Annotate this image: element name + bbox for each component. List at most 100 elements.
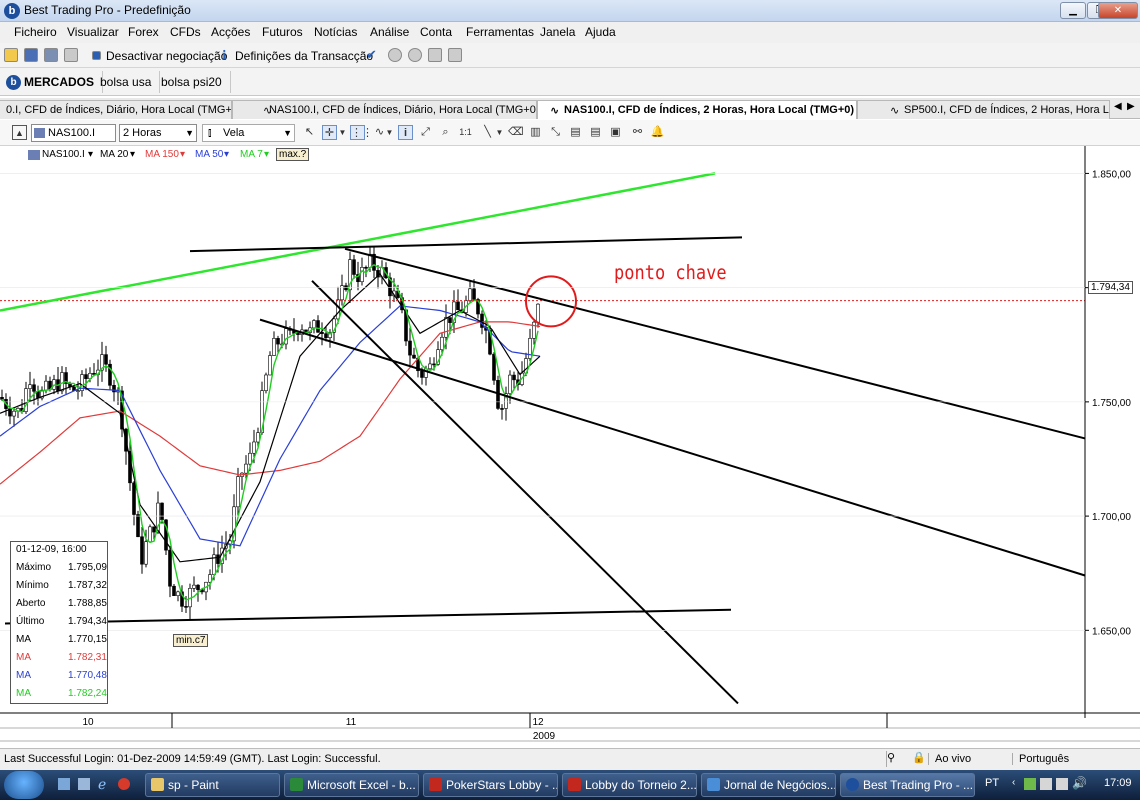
trendline-4 <box>311 280 739 705</box>
start-button[interactable] <box>4 771 44 799</box>
window-icon[interactable]: ▣ <box>608 125 623 140</box>
menu-analise[interactable]: Análise <box>370 25 409 39</box>
checkmark-icon[interactable]: ✔ <box>366 47 377 63</box>
window-icon[interactable]: ▤ <box>568 125 583 140</box>
candle-body <box>508 374 512 394</box>
task-jornal[interactable]: Jornal de Negócios... <box>701 773 836 797</box>
forward-icon[interactable] <box>408 48 422 62</box>
menu-conta[interactable]: Conta <box>420 25 452 39</box>
deactivate-trading-icon[interactable] <box>92 51 101 60</box>
candle-body <box>264 374 268 391</box>
menu-noticias[interactable]: Notícias <box>314 25 357 39</box>
alert-bell-icon[interactable]: 🔔 <box>650 125 665 140</box>
resize-icon[interactable]: ⤡ <box>548 125 563 140</box>
trendline-3 <box>259 318 1086 577</box>
save-icon[interactable] <box>24 48 38 62</box>
market-tab-bolsa-usa[interactable]: bolsa usa <box>92 71 161 93</box>
home-icon[interactable] <box>428 48 442 62</box>
menu-ajuda[interactable]: Ajuda <box>585 25 616 39</box>
chart-tab-1[interactable]: ∿ NAS100.I, CFD de Índices, Diário, Hora… <box>232 100 537 119</box>
candle-body <box>148 526 152 542</box>
tab-scroll-left-icon[interactable]: ◀ <box>1114 101 1122 112</box>
markets-tab[interactable]: b MERCADOS <box>0 71 104 93</box>
network-icon[interactable] <box>1040 778 1052 790</box>
chart-tab-0[interactable]: 0.I, CFD de Índices, Diário, Hora Local … <box>0 100 232 119</box>
menu-janela[interactable]: Janela <box>540 25 575 39</box>
chart-type-select[interactable]: ⫾ Vela ▼ <box>202 124 295 142</box>
one-to-one-icon[interactable]: 1:1 <box>458 125 473 140</box>
link-icon[interactable]: ⚯ <box>630 125 645 140</box>
symbol-field[interactable]: NAS100.I <box>31 124 116 142</box>
switch-windows-icon[interactable] <box>78 778 90 790</box>
candle-body <box>296 333 300 335</box>
status-bar: Last Successful Login: 01-Dez-2009 14:59… <box>0 748 1140 770</box>
candle-body <box>492 353 496 381</box>
input-language[interactable]: PT <box>985 777 999 789</box>
login-status: Last Successful Login: 01-Dez-2009 14:59… <box>4 753 381 765</box>
grid-icon[interactable]: ⋮⋮ <box>350 125 373 140</box>
minimize-button[interactable]: ▁ <box>1060 2 1086 19</box>
info-icon[interactable]: i <box>398 125 413 140</box>
chevron-down-icon: ▾ <box>130 149 136 160</box>
task-paint[interactable]: sp - Paint <box>145 773 280 797</box>
tray-icon[interactable] <box>1024 778 1036 790</box>
menu-accoes[interactable]: Acções <box>211 25 250 39</box>
price-chart[interactable]: 1.850,001.800,001.750,001.700,001.650,00… <box>0 146 1140 746</box>
menu-forex[interactable]: Forex <box>128 25 159 39</box>
clock[interactable]: 17:09 <box>1104 777 1132 789</box>
chevron-down-icon[interactable]: ▼ <box>385 125 394 140</box>
pointer-icon[interactable]: ↖ <box>302 125 317 140</box>
app-quicklaunch-icon[interactable] <box>118 778 130 790</box>
legend-ma50[interactable]: MA 50 <box>195 149 223 160</box>
show-desktop-icon[interactable] <box>58 778 70 790</box>
menu-visualizar[interactable]: Visualizar <box>67 25 119 39</box>
legend-ma150[interactable]: MA 150 <box>145 149 179 160</box>
close-button[interactable]: ✕ <box>1098 2 1138 19</box>
transaction-settings-button[interactable]: Definições da Transacção <box>235 49 373 63</box>
market-tab-bolsa-psi20[interactable]: bolsa psi20 <box>153 71 231 93</box>
bar-chart-icon[interactable]: ▥ <box>528 125 543 140</box>
internet-explorer-icon[interactable]: ℯ <box>98 776 106 793</box>
x-tick-label: 10 <box>82 717 94 728</box>
eraser-icon[interactable]: ⌫ <box>508 125 524 140</box>
ohlc-info-box: 01-12-09, 16:00 Máximo 1.795,09 Mínimo 1.7… <box>10 541 108 704</box>
trendline-icon[interactable]: ╲ <box>480 125 495 140</box>
task-best-trading[interactable]: Best Trading Pro - ... <box>840 773 975 797</box>
tab-scroll-right-icon[interactable]: ▶ <box>1127 101 1135 112</box>
task-torneio[interactable]: Lobby do Torneio 2... <box>562 773 697 797</box>
chevron-down-icon[interactable]: ▼ <box>495 125 504 140</box>
candle-body <box>144 541 148 565</box>
candle-body <box>444 317 448 338</box>
interval-select[interactable]: 2 Horas ▼ <box>119 124 197 142</box>
refresh-icon[interactable] <box>448 48 462 62</box>
menu-ficheiro[interactable]: Ficheiro <box>14 25 57 39</box>
deactivate-trading-button[interactable]: Desactivar negociação <box>106 49 227 63</box>
crosshair-icon[interactable]: ✛ <box>322 125 337 140</box>
chart-tab-2[interactable]: ∿ NAS100.I, CFD de Índices, 2 Horas, Hor… <box>537 100 857 119</box>
candle-body <box>532 321 536 339</box>
menu-futuros[interactable]: Futuros <box>262 25 303 39</box>
collapse-icon[interactable]: ▲ <box>12 125 27 140</box>
save-all-icon[interactable] <box>44 48 58 62</box>
zoom-icon[interactable]: ⌕ <box>438 125 453 140</box>
window-icon[interactable]: ▤ <box>588 125 603 140</box>
tray-expand-icon[interactable]: ‹ <box>1012 777 1015 788</box>
print-icon[interactable] <box>64 48 78 62</box>
chart-tab-3[interactable]: ∿ SP500.I, CFD de Índices, 2 Horas, Hora… <box>857 100 1110 119</box>
candle-body <box>324 333 328 338</box>
legend-symbol[interactable]: NAS100.I <box>42 149 85 160</box>
info-row-ma20: MA 1.770,15 <box>16 634 107 645</box>
back-icon[interactable] <box>388 48 402 62</box>
legend-ma7[interactable]: MA 7 <box>240 149 263 160</box>
open-folder-icon[interactable] <box>4 48 18 62</box>
task-excel[interactable]: Microsoft Excel - b... <box>284 773 419 797</box>
menu-cfds[interactable]: CFDs <box>170 25 201 39</box>
menu-ferramentas[interactable]: Ferramentas <box>466 25 534 39</box>
chevron-down-icon[interactable]: ▼ <box>338 125 347 140</box>
volume-icon[interactable]: 🔊 <box>1072 776 1087 790</box>
network-icon[interactable] <box>1056 778 1068 790</box>
zoom-fit-icon[interactable]: ⤢ <box>418 125 433 140</box>
info-row-ma7: MA 1.782,24 <box>16 688 107 699</box>
task-pokerstars[interactable]: PokerStars Lobby - ... <box>423 773 558 797</box>
legend-ma20[interactable]: MA 20 <box>100 149 128 160</box>
